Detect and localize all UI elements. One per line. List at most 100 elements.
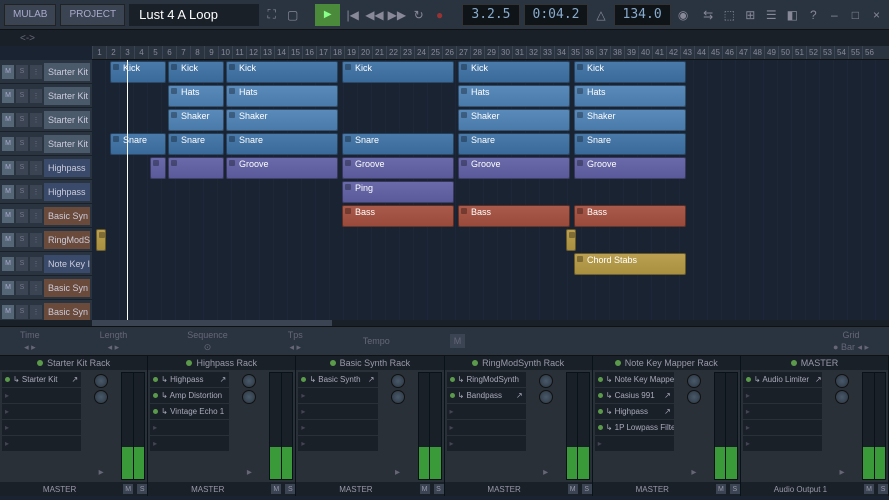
track-header[interactable]: MS⋮Starter Kit bbox=[0, 84, 92, 108]
tps-arrows[interactable]: ◂ ▸ bbox=[289, 342, 301, 353]
clip[interactable]: Groove bbox=[226, 157, 338, 179]
go-start-button[interactable]: |◀ bbox=[344, 4, 361, 26]
rack-output[interactable]: MASTER bbox=[148, 485, 267, 494]
mute-button[interactable]: M bbox=[2, 113, 14, 127]
mute-button[interactable]: M bbox=[716, 484, 726, 494]
clip[interactable]: Kick bbox=[342, 61, 454, 83]
rack-slot-empty[interactable]: ▸ bbox=[2, 436, 81, 451]
rack-slot[interactable]: ↳ Amp Distortion↗ bbox=[150, 388, 229, 403]
solo-button[interactable]: S bbox=[16, 137, 28, 151]
solo-button[interactable]: S bbox=[16, 65, 28, 79]
rack-slot-empty[interactable]: ▸ bbox=[150, 436, 229, 451]
metronome-icon[interactable]: △ bbox=[592, 4, 609, 26]
play-button[interactable]: ▶ bbox=[315, 4, 340, 26]
timeline-ruler[interactable]: 1234567891011121314151617181920212223242… bbox=[92, 46, 889, 60]
solo-button[interactable]: S bbox=[16, 185, 28, 199]
rack-header[interactable]: Highpass Rack bbox=[148, 356, 295, 370]
mute-button[interactable]: M bbox=[271, 484, 281, 494]
mute-button[interactable]: M bbox=[2, 137, 14, 151]
pan-knob[interactable] bbox=[391, 374, 405, 388]
mute-button[interactable]: M bbox=[2, 209, 14, 223]
rack-output[interactable]: MASTER bbox=[296, 485, 415, 494]
rack-slot-empty[interactable]: ▸ bbox=[2, 388, 81, 403]
track-header[interactable]: MS⋮Highpass bbox=[0, 180, 92, 204]
solo-button[interactable]: S bbox=[137, 484, 147, 494]
playhead[interactable] bbox=[127, 60, 128, 320]
timeline[interactable]: KickKickKickKickKickKickHatsHatsHatsHats… bbox=[92, 60, 889, 320]
grid-bar[interactable]: ● Bar ◂ ▸ bbox=[833, 342, 869, 353]
gain-knob[interactable] bbox=[687, 390, 701, 404]
list-icon[interactable]: ☰ bbox=[763, 4, 780, 26]
track-menu[interactable]: ⋮ bbox=[30, 161, 42, 175]
fader-arrow[interactable]: ▸ bbox=[691, 467, 696, 478]
mute-button[interactable]: M bbox=[123, 484, 133, 494]
clip[interactable]: Snare bbox=[168, 133, 224, 155]
rack-slot[interactable]: ↳ Casius 991↗ bbox=[595, 388, 674, 403]
track-name[interactable]: Highpass bbox=[44, 183, 90, 201]
close-icon[interactable]: × bbox=[868, 4, 885, 26]
solo-button[interactable]: S bbox=[16, 281, 28, 295]
fader-arrow[interactable]: ▸ bbox=[543, 467, 548, 478]
rack-slot-empty[interactable]: ▸ bbox=[743, 404, 822, 419]
track-name[interactable]: Starter Kit bbox=[44, 63, 90, 81]
track-name[interactable]: Highpass bbox=[44, 159, 90, 177]
rack-slot-empty[interactable]: ▸ bbox=[298, 404, 377, 419]
mixer-icon[interactable]: ⬚ bbox=[721, 4, 738, 26]
solo-button[interactable]: S bbox=[16, 305, 28, 319]
track-menu[interactable]: ⋮ bbox=[30, 113, 42, 127]
mute-button[interactable]: M bbox=[2, 65, 14, 79]
clip[interactable]: Hats bbox=[168, 85, 224, 107]
rack-slot-empty[interactable]: ▸ bbox=[298, 420, 377, 435]
length-arrows[interactable]: ◂ ▸ bbox=[108, 342, 120, 353]
clip[interactable]: Bass bbox=[458, 205, 570, 227]
track-name[interactable]: Basic Syn bbox=[44, 279, 90, 297]
power-dot[interactable] bbox=[472, 360, 478, 366]
rack-slot[interactable]: ↳ Highpass↗ bbox=[150, 372, 229, 387]
scroll-thumb[interactable] bbox=[92, 320, 332, 326]
mute-button[interactable]: M bbox=[450, 334, 466, 348]
maximize-icon[interactable]: □ bbox=[847, 4, 864, 26]
track-header[interactable]: MS⋮RingModS bbox=[0, 228, 92, 252]
fader-arrow[interactable]: ▸ bbox=[395, 467, 400, 478]
clip[interactable]: Kick bbox=[458, 61, 570, 83]
horizontal-scrollbar[interactable] bbox=[0, 320, 889, 326]
solo-button[interactable]: S bbox=[730, 484, 740, 494]
clip[interactable]: Shaker bbox=[574, 109, 686, 131]
clip[interactable]: Snare bbox=[226, 133, 338, 155]
rack-slot-empty[interactable]: ▸ bbox=[2, 404, 81, 419]
rack-slot-empty[interactable]: ▸ bbox=[298, 388, 377, 403]
rack-slot-empty[interactable]: ▸ bbox=[2, 420, 81, 435]
track-header[interactable]: MS⋮Note Key I bbox=[0, 252, 92, 276]
gain-knob[interactable] bbox=[391, 390, 405, 404]
project-title[interactable]: Lust 4 A Loop bbox=[129, 4, 259, 26]
mute-button[interactable]: M bbox=[2, 305, 14, 319]
forward-button[interactable]: ▶▶ bbox=[388, 4, 406, 26]
rack-slot[interactable]: ↳ Starter Kit↗ bbox=[2, 372, 81, 387]
power-dot[interactable] bbox=[791, 360, 797, 366]
solo-button[interactable]: S bbox=[16, 257, 28, 271]
tempo-display[interactable]: 134.0 bbox=[614, 4, 671, 26]
rack-slot[interactable]: ↳ Highpass↗ bbox=[595, 404, 674, 419]
solo-button[interactable]: S bbox=[878, 484, 888, 494]
mute-button[interactable]: M bbox=[2, 281, 14, 295]
rack-header[interactable]: Starter Kit Rack bbox=[0, 356, 147, 370]
position-bars[interactable]: 3.2.5 bbox=[462, 4, 519, 26]
track-header[interactable]: MS⋮Starter Kit bbox=[0, 108, 92, 132]
track-menu[interactable]: ⋮ bbox=[30, 281, 42, 295]
track-name[interactable]: Basic Syn bbox=[44, 207, 90, 225]
track-name[interactable]: Starter Kit bbox=[44, 87, 90, 105]
track-menu[interactable]: ⋮ bbox=[30, 257, 42, 271]
rack-slot[interactable]: ↳ Basic Synth↗ bbox=[298, 372, 377, 387]
fader-arrow[interactable]: ▸ bbox=[247, 467, 252, 478]
clip[interactable]: Hats bbox=[226, 85, 338, 107]
solo-button[interactable]: S bbox=[285, 484, 295, 494]
solo-button[interactable]: S bbox=[434, 484, 444, 494]
power-dot[interactable] bbox=[615, 360, 621, 366]
rack-header[interactable]: RingModSynth Rack bbox=[445, 356, 592, 370]
settings-icon[interactable]: ⇆ bbox=[700, 4, 717, 26]
rack-slot-empty[interactable]: ▸ bbox=[743, 436, 822, 451]
clip[interactable]: Groove bbox=[574, 157, 686, 179]
track-header[interactable]: MS⋮Basic Syn bbox=[0, 276, 92, 300]
fader-arrow[interactable]: ▸ bbox=[99, 467, 104, 478]
track-menu[interactable]: ⋮ bbox=[30, 233, 42, 247]
